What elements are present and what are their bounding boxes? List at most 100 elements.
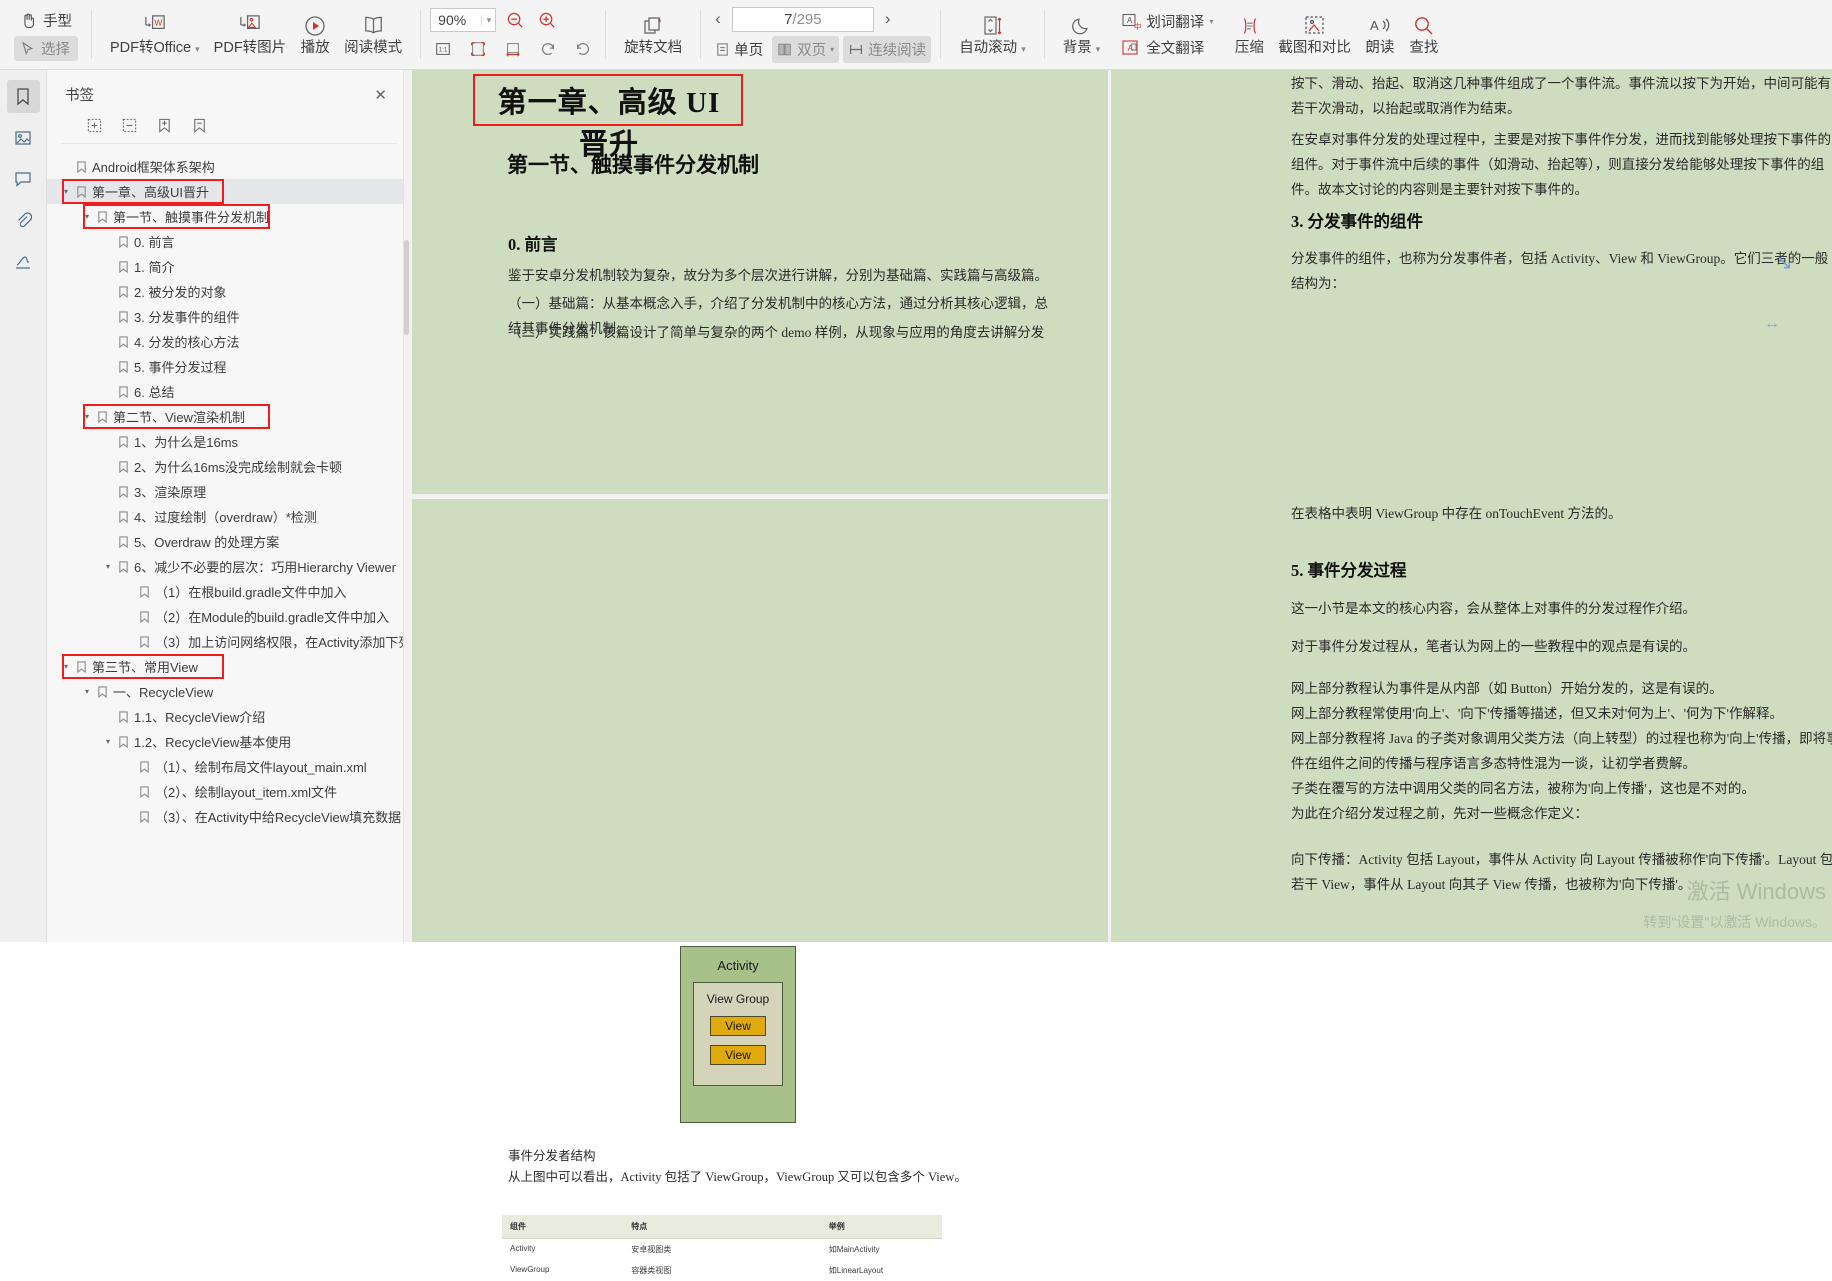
bookmark-icon [118,260,129,273]
bookmark-icon [118,735,129,748]
bookmark-item[interactable]: 5. 事件分发过程 [47,354,403,379]
hand-icon [20,12,37,29]
page-scroll-thumb[interactable] [404,240,409,335]
continuous-read-button[interactable]: 连续阅读 [843,35,932,63]
svg-text:A: A [1370,18,1379,33]
bookmark-item[interactable]: ▾ 6、减少不必要的层次：巧用Hierarchy Viewer [47,554,403,579]
rail-bookmark-button[interactable] [6,80,40,113]
word-translate-button[interactable]: A 中 划词翻译 ▾ [1121,11,1213,32]
previous-page-button[interactable]: ‹ [710,9,726,29]
rail-thumbnail-button[interactable] [7,121,40,154]
bookmark-item-label: 2、为什么16ms没完成绘制就会卡顿 [134,460,343,475]
read-mode-label: 阅读模式 [344,39,403,56]
select-tool-button[interactable]: 选择 [14,36,78,61]
bookmark-item[interactable]: （2）、绘制layout_item.xml文件 [47,779,403,804]
bookmark-item[interactable]: 3. 分发事件的组件 [47,304,403,329]
document-page-right: 按下、滑动、抬起、取消这几种事件组成了一个事件流。事件流以按下为开始，中间可能有… [1111,70,1832,942]
read-mode-button[interactable]: 阅读模式 [337,4,409,66]
full-translate-button[interactable]: A 全文翻译 [1121,37,1213,58]
expand-arrow-icon[interactable]: ▾ [82,687,92,696]
rotate-document-button[interactable]: 旋转文档 [617,4,689,66]
bookmark-item[interactable]: 2. 被分发的对象 [47,279,403,304]
zoom-out-button[interactable] [502,8,528,32]
document-viewport[interactable]: 第一章、高级 UI 晋升 第一节、触摸事件分发机制 0. 前言 鉴于安卓分发机制… [404,70,1832,1275]
screenshot-compare-button[interactable]: 截图和对比 [1271,4,1358,66]
paperclip-icon [18,211,32,227]
next-page-button[interactable]: › [880,9,896,29]
bookmark-item[interactable]: （1）、绘制布局文件layout_main.xml [47,754,403,779]
bookmark-item[interactable]: （3）、在Activity中给RecycleView填充数据 [47,804,403,829]
bookmark-item[interactable]: 4、过度绘制（overdraw）*检测 [47,504,403,529]
zoom-in-button[interactable] [534,8,560,32]
chevron-down-icon: ▾ [480,14,491,26]
bookmark-item[interactable]: 1. 简介 [47,254,403,279]
hand-tool-button[interactable]: 手型 [14,8,78,33]
rotate-counterclockwise-button[interactable] [535,37,561,61]
bookmark-item[interactable]: （3）加上访问网络权限，在Activity添加下列代码 [47,629,403,654]
fit-page-button[interactable] [465,37,491,61]
bookmark-item[interactable]: ▾ 第二节、View渲染机制 [47,404,403,429]
bookmark-item[interactable]: ▾ 第一章、高级UI晋升 [47,179,403,204]
expand-all-button[interactable] [86,117,103,134]
close-icon[interactable]: ✕ [374,86,387,104]
add-bookmark-button[interactable] [156,117,173,134]
bookmark-item[interactable]: 4. 分发的核心方法 [47,329,403,354]
table-column-header: 举例 [820,1215,943,1239]
single-page-icon [715,42,730,57]
collapse-all-button[interactable] [121,117,138,134]
pdf-to-office-button[interactable]: W PDF转Office ▾ [103,4,207,66]
bookmark-item[interactable]: （2）在Module的build.gradle文件中加入 [47,604,403,629]
pdf-to-image-button[interactable]: PDF转图片 [207,4,294,66]
search-icon [1413,13,1435,39]
single-page-button[interactable]: 单页 [710,36,768,63]
rail-attachment-button[interactable] [7,203,40,236]
word-translate-label: 划词翻译 [1146,15,1205,31]
svg-text:中: 中 [1134,21,1141,31]
table-cell: ViewGroup [510,1265,550,1274]
bookmark-item[interactable]: 2、为什么16ms没完成绘制就会卡顿 [47,454,403,479]
play-button[interactable]: 播放 [293,4,337,66]
table-cell: Activity [510,1244,536,1253]
bookmark-item-label: 6. 总结 [134,385,175,400]
rail-signature-button[interactable] [7,244,40,277]
fit-width-button[interactable] [500,37,526,61]
resize-handle-icon[interactable]: ↔ [1764,315,1780,333]
bookmark-icon [139,785,150,798]
compress-label: 压缩 [1234,39,1264,56]
expand-arrow-icon[interactable]: ▾ [103,737,113,746]
bookmark-item[interactable]: 0. 前言 [47,229,403,254]
read-aloud-button[interactable]: A 朗读 [1358,4,1402,66]
remove-bookmark-button[interactable] [191,117,208,134]
bookmark-item[interactable]: 1.1、RecycleView介绍 [47,704,403,729]
expand-arrow-icon[interactable]: ▾ [103,562,113,571]
select-tool-label: 选择 [41,42,70,58]
compress-button[interactable]: 压缩 [1227,4,1271,66]
bookmark-toolbar [61,111,397,144]
bookmark-item[interactable]: Android框架体系架构 [47,154,403,179]
bookmark-item[interactable]: ▾ 一、RecycleView [47,679,403,704]
background-button[interactable]: 背景 ▾ [1056,4,1108,66]
bookmark-item[interactable]: （1）在根build.gradle文件中加入 [47,579,403,604]
bookmark-item[interactable]: ▾ 第三节、常用View [47,654,403,679]
actual-size-button[interactable]: 1:1 [430,37,456,61]
moon-icon [1071,13,1093,39]
auto-scroll-button[interactable]: 自动滚动 ▾ [952,4,1033,66]
rotate-clockwise-button[interactable] [570,37,596,61]
bookmark-item[interactable]: ▾ 1.2、RecycleView基本使用 [47,729,403,754]
bookmark-item[interactable]: 1、为什么是16ms [47,429,403,454]
right-paragraph-5: 这一小节是本文的核心内容，会从整体上对事件的分发过程作介绍。 [1291,601,1696,616]
bookmark-item[interactable]: 5、Overdraw 的处理方案 [47,529,403,554]
rail-comment-button[interactable] [7,162,40,195]
page-number-input[interactable]: 7/295 [731,6,874,32]
bookmark-item[interactable]: 3、渲染原理 [47,479,403,504]
find-button[interactable]: 查找 [1402,4,1446,66]
auto-scroll-group: 自动滚动 ▾ [944,0,1041,69]
double-page-button[interactable]: 双页 ▾ [772,35,840,63]
bookmark-item[interactable]: 6. 总结 [47,379,403,404]
annotation-box [62,179,224,204]
svg-text:W: W [155,18,164,28]
bookmark-item[interactable]: ▾ 第一节、触摸事件分发机制 [47,204,403,229]
zoom-level-select[interactable]: 90% ▾ [430,8,497,32]
bookmark-icon [139,635,150,648]
bookmark-icon [118,335,129,348]
